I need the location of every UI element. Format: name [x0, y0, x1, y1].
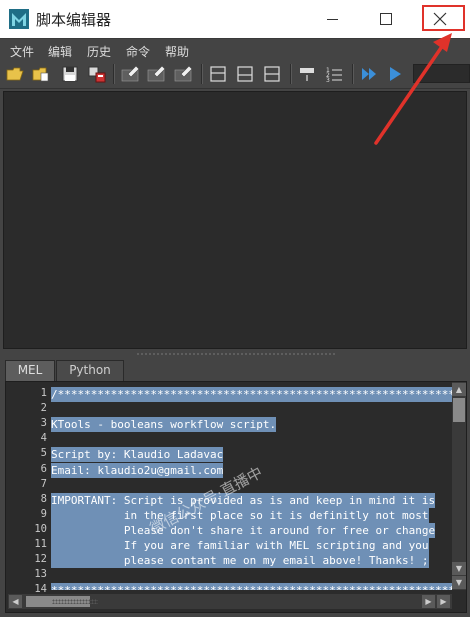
maximize-icon	[380, 13, 392, 25]
line-number: 9	[40, 507, 47, 520]
show-history-only-icon[interactable]	[208, 64, 228, 84]
menu-command[interactable]: 命令	[126, 43, 150, 60]
panel-splitter[interactable]	[3, 349, 467, 359]
clear-all-icon[interactable]	[173, 64, 193, 84]
scroll-left-arrow-icon[interactable]: ◀	[9, 595, 22, 608]
menu-history[interactable]: 历史	[87, 43, 111, 60]
script-input-editor[interactable]: 1 2 3 4 5 6 7 8 9 10 11 12 13 14 /*******************…	[5, 381, 467, 613]
menu-file[interactable]: 文件	[10, 43, 34, 60]
line-number: 13	[34, 568, 47, 581]
history-output-panel[interactable]	[3, 91, 467, 349]
code-line[interactable]: KTools - booleans workflow script.	[51, 417, 277, 433]
splitter-grip-icon	[136, 353, 336, 355]
close-button-highlight	[422, 5, 465, 31]
code-line[interactable]: Email: klaudio2u@gmail.com	[51, 462, 224, 478]
scroll-down-arrow-icon[interactable]: ▼	[452, 576, 466, 589]
menu-edit[interactable]: 编辑	[48, 43, 72, 60]
clear-history-icon[interactable]	[120, 64, 140, 84]
toolbar-search-field[interactable]	[413, 64, 470, 83]
window-title: 脚本编辑器	[36, 11, 112, 29]
show-line-numbers-icon[interactable]: 1 2 3	[324, 64, 344, 84]
svg-text:3: 3	[326, 77, 330, 84]
open-script-icon[interactable]	[5, 64, 25, 84]
echo-all-commands-icon[interactable]	[297, 64, 317, 84]
code-line[interactable]: IMPORTANT: Script is provided as is and …	[51, 492, 436, 508]
source-script-icon[interactable]	[31, 64, 51, 84]
scroll-right-arrow-icon[interactable]: ▶	[437, 595, 450, 608]
line-number-gutter: 1 2 3 4 5 6 7 8 9 10 11 12 13 14	[6, 382, 50, 595]
window-titlebar: 脚本编辑器	[0, 0, 470, 38]
code-line[interactable]: Please don't share it around for free or…	[51, 522, 436, 538]
line-number: 2	[40, 402, 47, 415]
toolbar-separator	[113, 64, 115, 84]
code-line[interactable]: ****************************************…	[51, 583, 452, 590]
code-line[interactable]: in the first place so it is definitly no…	[51, 507, 429, 523]
scroll-grip-icon	[52, 599, 98, 604]
vertical-scroll-thumb[interactable]	[453, 398, 465, 422]
toolbar: 1 2 3	[0, 60, 470, 89]
scroll-up-arrow-icon[interactable]: ▲	[452, 383, 466, 396]
tab-python[interactable]: Python	[56, 360, 124, 381]
code-line[interactable]: please contant me on my email above! Tha…	[51, 553, 429, 569]
execute-all-icon[interactable]	[359, 64, 379, 84]
minimize-icon	[326, 18, 338, 20]
toolbar-separator	[201, 64, 203, 84]
line-number: 11	[34, 538, 47, 550]
line-number: 5	[40, 447, 47, 460]
line-number: 6	[40, 462, 47, 475]
minimize-button[interactable]	[309, 0, 355, 38]
horizontal-scrollbar[interactable]: ◀ ▶ ▶	[8, 594, 452, 609]
menu-help[interactable]: 帮助	[165, 43, 189, 60]
save-to-shelf-icon[interactable]	[87, 64, 107, 84]
code-line[interactable]: Script by: Klaudio Ladavac	[51, 447, 224, 463]
save-script-icon[interactable]	[60, 64, 80, 84]
toolbar-separator	[290, 64, 292, 84]
horizontal-scroll-thumb[interactable]	[26, 596, 98, 607]
clear-input-icon[interactable]	[146, 64, 166, 84]
show-both-icon[interactable]	[262, 64, 282, 84]
vertical-scrollbar[interactable]: ▲ ▼ ▼	[452, 382, 466, 590]
maya-app-icon	[9, 9, 29, 29]
line-number: 4	[40, 432, 47, 445]
code-line[interactable]: /***************************************…	[51, 387, 452, 402]
tab-mel[interactable]: MEL	[5, 360, 55, 381]
execute-icon[interactable]	[385, 64, 405, 84]
maximize-button[interactable]	[363, 0, 409, 38]
line-number: 8	[40, 492, 47, 505]
line-number: 12	[34, 553, 47, 566]
line-number: 3	[40, 417, 47, 430]
code-line[interactable]: If you are familiar with MEL scripting a…	[51, 538, 429, 553]
scroll-down-arrow-icon[interactable]: ▼	[452, 562, 466, 575]
show-input-only-icon[interactable]	[235, 64, 255, 84]
line-number: 1	[40, 387, 47, 399]
line-number: 10	[34, 522, 47, 535]
menubar: 文件 编辑 历史 命令 帮助	[0, 38, 470, 61]
scroll-right-arrow-icon[interactable]: ▶	[422, 595, 435, 608]
toolbar-separator	[352, 64, 354, 84]
line-number: 7	[40, 477, 47, 490]
